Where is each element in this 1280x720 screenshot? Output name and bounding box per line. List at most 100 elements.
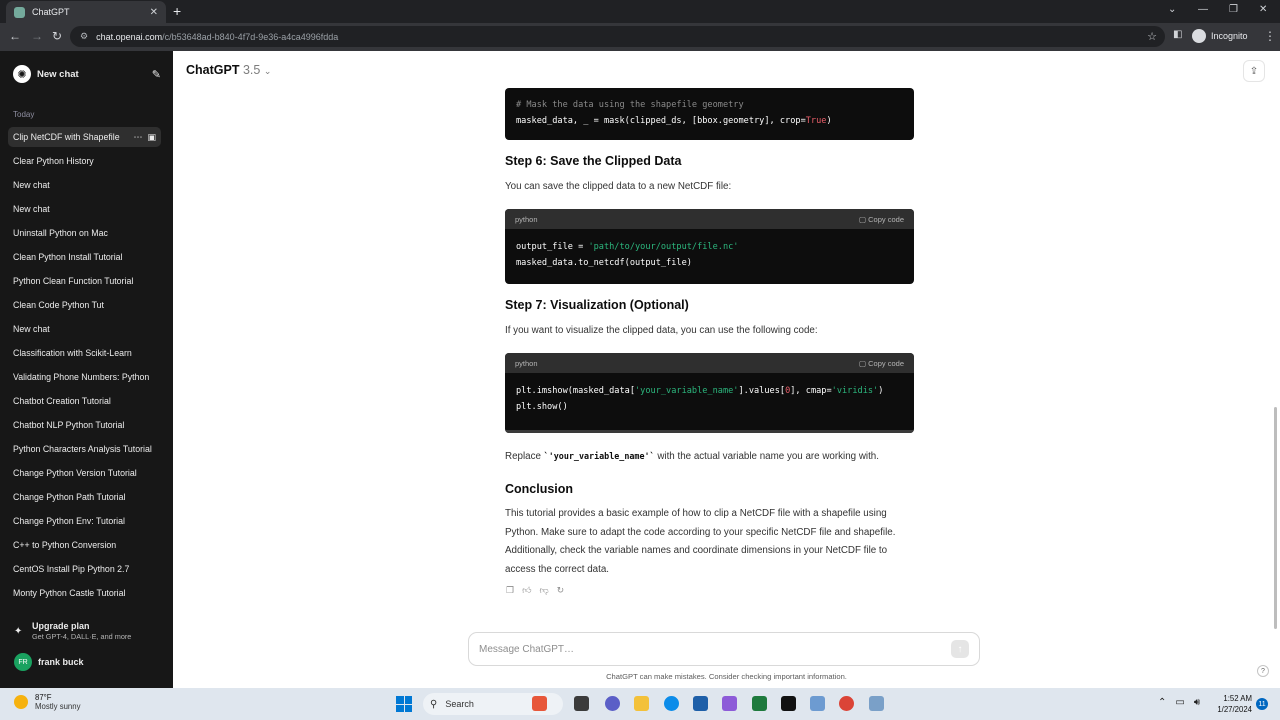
archive-icon[interactable]: ▣ [147,132,156,143]
message-actions: ❐ 👍︎ 👎︎ ↻ [506,585,564,596]
user-menu[interactable]: FR frank buck [14,653,84,671]
help-button[interactable]: ? [1257,665,1269,677]
upgrade-subtitle: Get GPT-4, DALL·E, and more [32,632,132,641]
reload-icon[interactable]: ↻ [52,29,62,43]
tab-close-icon[interactable]: ✕ [150,7,158,18]
chat-main: ChatGPT 3.5 ⌄ ⇪ # Mask the data using th… [173,51,1280,688]
incognito-badge[interactable]: Incognito [1192,29,1248,43]
weather-temp: 87°F [35,693,52,702]
chat-history-item[interactable]: Clean Python Install Tutorial [8,247,161,267]
copy-icon[interactable]: ❐ [506,585,514,596]
chat-history-item[interactable]: Chatbot NLP Python Tutorial [8,415,161,435]
code-language: python [515,214,538,224]
tab-search-icon[interactable]: ⌄ [1168,4,1176,15]
chatgpt-logo-icon: ✺ [13,65,31,83]
new-tab-icon[interactable]: + [173,3,181,19]
edge-icon[interactable] [664,696,679,711]
step7-text: If you want to visualize the clipped dat… [505,325,818,336]
chat-history-label: Change Python Path Tutorial [13,492,126,502]
network-icon[interactable]: ▭ [1175,697,1184,708]
bookmark-star-icon[interactable]: ☆ [1147,30,1157,43]
chat-history-label: Clear Python History [13,156,94,166]
chat-history-item[interactable]: Change Python Version Tutorial [8,463,161,483]
browser-tab[interactable]: ChatGPT ✕ [6,1,166,23]
copy-code-button[interactable]: ▢ Copy code [859,359,904,368]
share-button[interactable]: ⇪ [1243,60,1265,82]
forward-icon[interactable]: → [31,29,43,43]
browser-menu-icon[interactable]: ⋮ [1264,29,1276,43]
more-options-icon[interactable]: ⋯ [133,132,142,143]
spreadsheet-icon[interactable] [752,696,767,711]
copy-code-label: Copy code [868,214,904,224]
photos-icon[interactable] [810,696,825,711]
sidebar-section-today: Today [13,110,35,119]
widget-app-icon[interactable] [532,696,547,711]
chat-history-label: Python Clean Function Tutorial [13,276,134,286]
chat-history-item[interactable]: C++ to Python Conversion [8,535,161,555]
upgrade-title: Upgrade plan [32,621,90,631]
send-button[interactable]: ↑ [951,640,969,658]
chat-history-item[interactable]: Python Characters Analysis Tutorial [8,439,161,459]
chat-history-item[interactable]: New chat [8,319,161,339]
chat-history-label: Clip NetCDF with Shapefile [13,132,120,142]
chat-history-item[interactable]: Uninstall Python on Mac [8,223,161,243]
new-chat-button[interactable]: ✺ New chat ✎ [13,63,161,85]
back-icon[interactable]: ← [9,29,21,43]
code-text: output_file = [516,242,589,252]
clock-time: 1:52 AM [1223,694,1252,703]
chat-history-item[interactable]: Chatbot Creation Tutorial [8,391,161,411]
page-scrollbar[interactable] [1274,407,1277,629]
minimize-icon[interactable]: — [1198,4,1208,15]
thumbs-down-icon[interactable]: 👎︎ [539,585,548,596]
edit-icon[interactable]: ✎ [152,68,161,81]
code-text: masked_data, _ = mask(clipped_ds, [bbox.… [516,116,806,126]
notification-badge[interactable]: 11 [1256,698,1268,710]
chat-history-item[interactable]: Python Clean Function Tutorial [8,271,161,291]
side-panel-icon[interactable]: ◧ [1173,29,1182,40]
url-field[interactable]: ⚙ chat.openai.com/c/b53648ad-b840-4f7d-9… [70,26,1165,47]
chat-history-item[interactable]: Monty Python Castle Tutorial [8,583,161,603]
chat-history-item[interactable]: Validating Phone Numbers: Python [8,367,161,387]
start-button[interactable] [396,696,412,712]
code-scrollbar[interactable] [505,430,914,433]
chat-history-item[interactable]: Clean Code Python Tut [8,295,161,315]
chat-history-label: New chat [13,180,50,190]
chat-history-item[interactable]: Change Python Path Tutorial [8,487,161,507]
code-text: plt.imshow(masked_data[ [516,386,635,396]
chat-history-item[interactable]: Clip NetCDF with Shapefile ⋯ ▣ [8,127,161,147]
model-selector[interactable]: ChatGPT 3.5 ⌄ [186,63,271,77]
chrome-icon[interactable] [839,696,854,711]
upgrade-plan-button[interactable]: ✦ Upgrade plan Get GPT-4, DALL·E, and mo… [14,621,131,641]
gallery-icon[interactable] [869,696,884,711]
avatar: FR [14,653,32,671]
file-explorer-dark-icon[interactable] [574,696,589,711]
teams-icon[interactable] [605,696,620,711]
chat-history-item[interactable]: New chat [8,199,161,219]
chat-history-item[interactable]: CentOS Install Pip Python 2.7 [8,559,161,579]
message-input[interactable] [479,643,951,655]
chat-history-item[interactable]: Change Python Env: Tutorial [8,511,161,531]
restore-icon[interactable]: ❐ [1229,4,1238,15]
chat-history-item[interactable]: Classification with Scikit-Learn [8,343,161,363]
clock-date: 1/27/2024 [1217,705,1252,714]
chat-history-item[interactable]: Clear Python History [8,151,161,171]
chat-history-item[interactable]: New chat [8,175,161,195]
copy-code-button[interactable]: ▢ Copy code [859,215,904,224]
conclusion-heading: Conclusion [505,482,574,496]
folder-icon[interactable] [634,696,649,711]
site-info-icon[interactable]: ⚙ [80,31,88,42]
thumbs-up-icon[interactable]: 👍︎ [522,585,531,596]
tray-chevron-icon[interactable]: ⌃ [1158,697,1166,708]
window-close-icon[interactable]: ✕ [1259,4,1267,15]
weather-widget[interactable]: 87°F Mostly sunny [14,693,81,711]
vpn-icon[interactable] [722,696,737,711]
volume-icon[interactable]: 🔊︎ [1194,697,1200,708]
search-icon: ⚲ [430,698,438,710]
regenerate-icon[interactable]: ↻ [557,585,565,596]
taskbar-clock[interactable]: 1:52 AM 1/27/2024 [1212,693,1252,715]
chat-history-label: Monty Python Castle Tutorial [13,588,126,598]
terminal-icon[interactable] [781,696,796,711]
sidebar: ✺ New chat ✎ Today Clip NetCDF with Shap… [0,51,173,688]
chat-history-label: CentOS Install Pip Python 2.7 [13,564,130,574]
store-icon[interactable] [693,696,708,711]
